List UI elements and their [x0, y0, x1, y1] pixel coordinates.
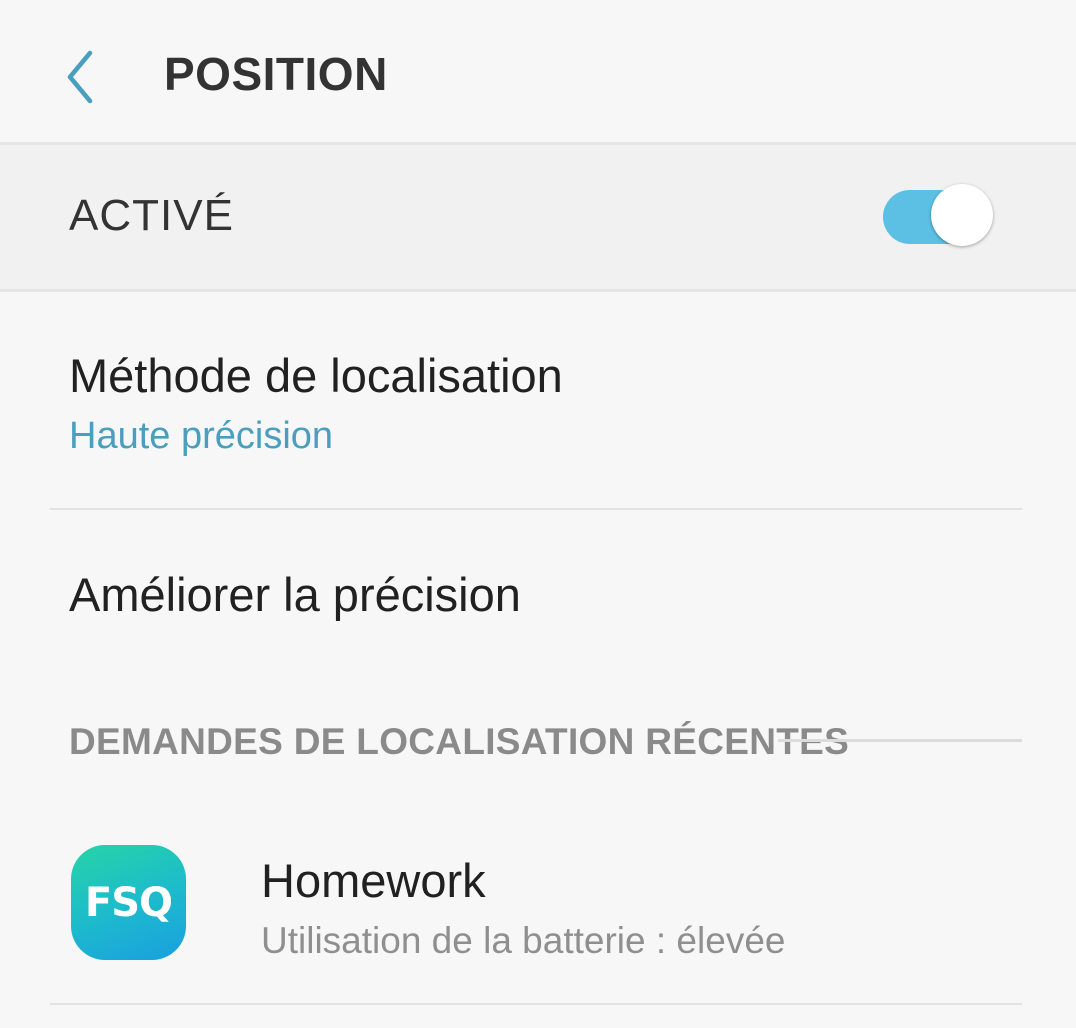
page-title: POSITION — [164, 48, 388, 100]
back-button[interactable] — [50, 40, 110, 110]
app-bar: POSITION — [0, 0, 1076, 145]
app-icon-text: FSQ — [84, 879, 173, 926]
toggle-thumb — [931, 184, 993, 246]
master-switch-label: ACTIVÉ — [69, 191, 234, 240]
chevron-left-icon — [67, 50, 93, 104]
section-divider — [778, 739, 1022, 742]
improve-accuracy-title: Améliorer la précision — [69, 568, 521, 621]
location-method-value: Haute précision — [69, 415, 334, 457]
location-method-title: Méthode de localisation — [69, 349, 563, 402]
location-toggle[interactable] — [883, 184, 995, 246]
recent-requests-header: DEMANDES DE LOCALISATION RÉCENTES — [69, 721, 850, 762]
divider — [50, 1003, 1022, 1005]
app-name: Homework — [261, 854, 486, 907]
app-icon: FSQ — [71, 845, 186, 960]
app-battery-usage: Utilisation de la batterie : élevée — [261, 920, 786, 961]
